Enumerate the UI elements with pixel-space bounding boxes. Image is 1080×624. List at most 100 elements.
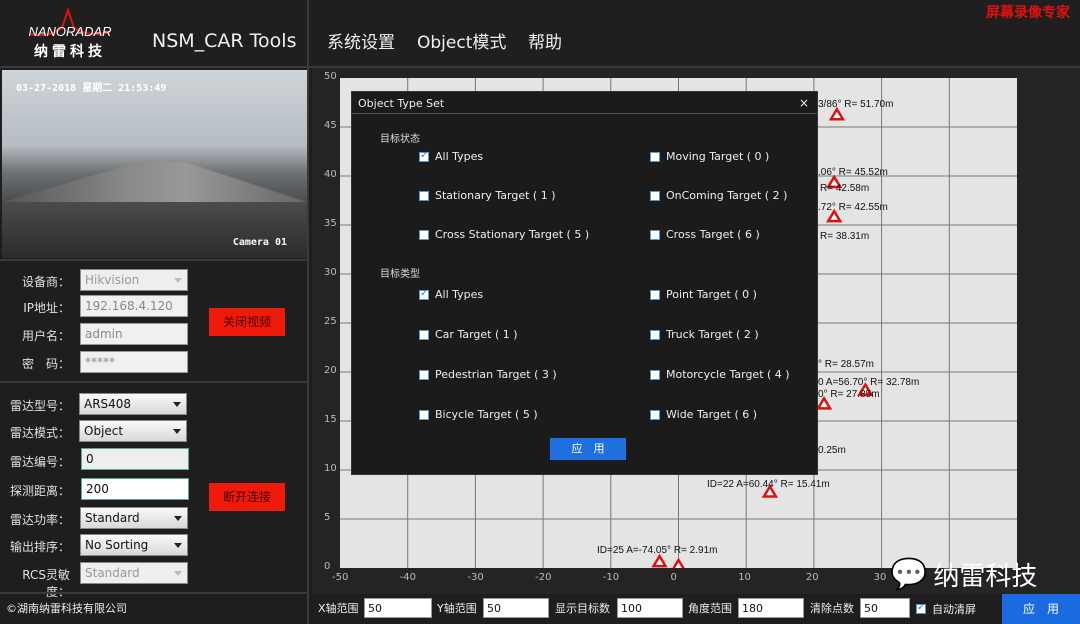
password-field[interactable]: ***** bbox=[80, 351, 188, 373]
target-label: 3/86° R= 51.70m bbox=[818, 99, 894, 110]
checkbox-icon bbox=[650, 229, 660, 240]
rcs-select[interactable]: Standard bbox=[80, 562, 188, 584]
x-range-label: X轴范围 bbox=[318, 602, 359, 615]
svg-text:NANORADAR: NANORADAR bbox=[28, 24, 111, 39]
type-checkbox[interactable]: Truck Target ( 2 ) bbox=[650, 328, 759, 341]
radar-model-label: 雷达型号： bbox=[9, 399, 70, 413]
app-title: NSM_CAR Tools bbox=[152, 30, 297, 52]
type-checkbox[interactable]: Pedestrian Target ( 3 ) bbox=[419, 368, 557, 381]
clear-input[interactable]: 50 bbox=[860, 598, 910, 618]
video-timestamp: 03-27-2018 星期二 21:53:49 bbox=[16, 83, 167, 94]
target-label: 0° R= 27.85m bbox=[818, 389, 880, 400]
state-checkbox[interactable]: Cross Stationary Target ( 5 ) bbox=[419, 228, 589, 241]
checkbox-icon bbox=[650, 369, 660, 380]
radar-mode-select[interactable]: Object bbox=[79, 420, 187, 442]
y-range-input[interactable]: 50 bbox=[483, 598, 549, 618]
checkbox-label: Cross Target ( 6 ) bbox=[666, 228, 760, 241]
checkbox-icon bbox=[650, 329, 660, 340]
y-tick-label: 20 bbox=[324, 365, 337, 376]
sort-select[interactable]: No Sorting bbox=[80, 534, 188, 556]
checkbox-label: Pedestrian Target ( 3 ) bbox=[435, 368, 557, 381]
menu-system-settings[interactable]: 系统设置 bbox=[327, 28, 395, 53]
type-checkbox[interactable]: Car Target ( 1 ) bbox=[419, 328, 518, 341]
object-type-dialog: Object Type Set × 目标状态 目标类型 All Types Mov… bbox=[351, 91, 818, 475]
y-tick-label: 15 bbox=[324, 414, 337, 425]
radar-model-select[interactable]: ARS408 bbox=[79, 393, 187, 415]
y-tick-label: 35 bbox=[324, 218, 337, 229]
checkbox-icon bbox=[419, 409, 429, 420]
x-tick-label: -50 bbox=[332, 572, 349, 583]
vendor-value: Hikvision bbox=[85, 273, 140, 287]
auto-clear-checkbox[interactable]: 自动清屏 bbox=[916, 601, 976, 617]
close-icon[interactable]: × bbox=[799, 96, 809, 110]
chevron-down-icon bbox=[174, 516, 182, 521]
vendor-select[interactable]: Hikvision bbox=[80, 269, 188, 291]
sort-value: No Sorting bbox=[85, 538, 149, 552]
checkbox-icon bbox=[650, 190, 660, 201]
apply-button[interactable]: 应 用 bbox=[1002, 594, 1080, 624]
range-field[interactable]: 200 bbox=[81, 478, 189, 500]
state-checkbox[interactable]: Stationary Target ( 1 ) bbox=[419, 189, 555, 202]
checkbox-icon bbox=[650, 409, 660, 420]
type-checkbox[interactable]: Bicycle Target ( 5 ) bbox=[419, 408, 538, 421]
disconnect-button[interactable]: 断开连接 bbox=[209, 483, 285, 511]
checkbox-checked-icon bbox=[916, 602, 926, 614]
state-section-title: 目标状态 bbox=[380, 134, 420, 145]
power-label: 雷达功率： bbox=[9, 513, 70, 527]
angle-input[interactable]: 180 bbox=[738, 598, 804, 618]
target-label: 0.25m bbox=[818, 445, 846, 456]
ip-field[interactable]: 192.168.4.120 bbox=[80, 295, 188, 317]
chevron-down-icon bbox=[174, 543, 182, 548]
state-checkbox[interactable]: Moving Target ( 0 ) bbox=[650, 150, 769, 163]
username-field[interactable]: admin bbox=[80, 323, 188, 345]
state-checkbox[interactable]: All Types bbox=[419, 150, 483, 163]
state-checkbox[interactable]: OnComing Target ( 2 ) bbox=[650, 189, 787, 202]
power-select[interactable]: Standard bbox=[80, 507, 188, 529]
radar-mode-label: 雷达模式： bbox=[9, 426, 70, 440]
dialog-apply-button[interactable]: 应 用 bbox=[550, 438, 626, 460]
divider bbox=[0, 592, 307, 594]
checkbox-label: Bicycle Target ( 5 ) bbox=[435, 408, 538, 421]
y-tick-label: 45 bbox=[324, 120, 337, 131]
type-checkbox[interactable]: Point Target ( 0 ) bbox=[650, 288, 757, 301]
power-value: Standard bbox=[85, 511, 140, 525]
x-tick-label: -40 bbox=[399, 572, 417, 583]
checkbox-icon bbox=[419, 369, 429, 380]
nanoradar-logo: NANORADAR 纳雷科技 bbox=[28, 6, 112, 60]
type-checkbox[interactable]: Wide Target ( 6 ) bbox=[650, 408, 757, 421]
chevron-down-icon bbox=[174, 571, 182, 576]
checkbox-label: Point Target ( 0 ) bbox=[666, 288, 757, 301]
type-checkbox[interactable]: All Types bbox=[419, 288, 483, 301]
svg-text:纳雷科技: 纳雷科技 bbox=[34, 43, 106, 60]
rcs-value: Standard bbox=[85, 566, 140, 580]
menu-object-mode[interactable]: Object模式 bbox=[417, 28, 506, 53]
y-tick-label: 25 bbox=[324, 316, 337, 327]
target-marker bbox=[651, 553, 668, 568]
checkbox-label: All Types bbox=[435, 288, 484, 301]
target-label: ID=22 A=60.44° R= 15.41m bbox=[707, 479, 830, 490]
chevron-down-icon bbox=[173, 429, 181, 434]
clear-label: 清除点数 bbox=[810, 602, 854, 615]
type-section-title: 目标类型 bbox=[380, 269, 420, 280]
close-video-button[interactable]: 关闭视频 bbox=[209, 308, 285, 336]
target-label: R= 42.58m bbox=[820, 183, 870, 194]
wechat-icon: 💬 bbox=[890, 557, 928, 592]
x-tick-label: -30 bbox=[467, 572, 484, 583]
radar-model-value: ARS408 bbox=[84, 397, 132, 411]
road bbox=[2, 162, 307, 202]
x-range-input[interactable]: 50 bbox=[364, 598, 432, 618]
recorder-watermark: 屏幕录像专家 bbox=[986, 5, 1070, 21]
target-marker bbox=[672, 557, 685, 568]
target-label: R= 38.31m bbox=[820, 231, 870, 242]
type-checkbox[interactable]: Motorcycle Target ( 4 ) bbox=[650, 368, 790, 381]
divider bbox=[307, 0, 309, 624]
menu-help[interactable]: 帮助 bbox=[528, 28, 562, 53]
checkbox-checked-icon bbox=[419, 288, 429, 300]
state-checkbox[interactable]: Cross Target ( 6 ) bbox=[650, 228, 760, 241]
watermark-text: 纳雷科技 bbox=[933, 562, 1038, 592]
ip-label: IP地址： bbox=[23, 301, 70, 315]
targets-input[interactable]: 100 bbox=[617, 598, 683, 618]
x-tick-label: 10 bbox=[738, 572, 751, 583]
radar-id-field[interactable]: 0 bbox=[81, 448, 189, 470]
x-tick-label: 0 bbox=[670, 572, 677, 583]
